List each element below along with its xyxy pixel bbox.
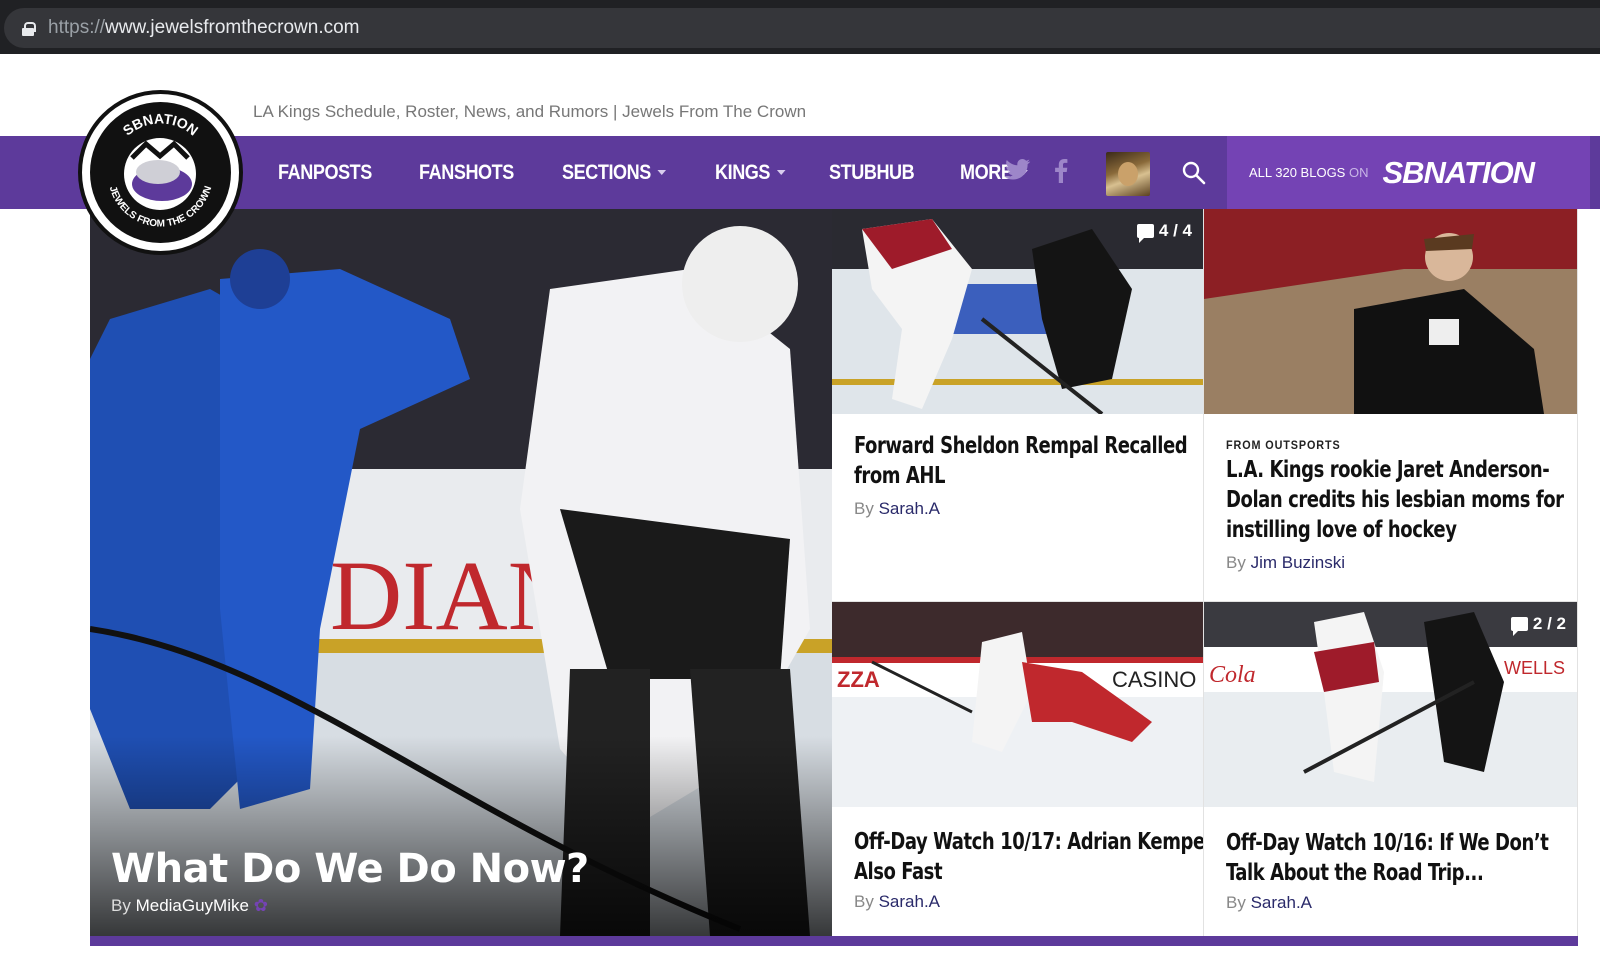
hero-title[interactable]: What Do We Do Now?	[111, 846, 589, 892]
nav-stubhub[interactable]: STUBHUB	[829, 161, 915, 185]
svg-text:WELLS: WELLS	[1504, 658, 1565, 678]
page: LA Kings Schedule, Roster, News, and Rum…	[0, 54, 1600, 965]
story-byline: By Sarah.A	[854, 892, 941, 911]
svg-text:ZZA: ZZA	[837, 667, 880, 692]
svg-text:SBNATION: SBNATION	[120, 110, 202, 138]
browser-toolbar: https://www.jewelsfromthecrown.com	[0, 0, 1600, 54]
grid-divider	[1203, 209, 1204, 936]
nav-items: FANPOSTS FANSHOTS SECTIONS KINGS STUBHUB…	[278, 136, 1071, 209]
hero-story[interactable]: DIAN What Do We Do Now? By MediaGuyMike …	[90, 209, 832, 936]
hero-byline: By MediaGuyMike ✿	[111, 896, 268, 915]
facebook-icon[interactable]	[1054, 159, 1068, 183]
nav-kings[interactable]: KINGS	[715, 161, 786, 185]
comment-icon	[1510, 617, 1528, 636]
sbnation-logo: SBNATION	[1382, 154, 1535, 190]
hero-author[interactable]: MediaGuyMike	[136, 896, 249, 915]
site-logo[interactable]: SBNATION JEWELS FROM THE CROWN	[78, 90, 243, 255]
story-byline: By Jim Buzinski	[1226, 553, 1346, 572]
grid-divider	[832, 601, 1578, 602]
nav-fanposts[interactable]: FANPOSTS	[278, 161, 372, 185]
svg-text:CASINO: CASINO	[1112, 667, 1196, 692]
caret-down-icon	[657, 170, 666, 175]
story-card[interactable]: FROM OUTSPORTS L.A. Kings rookie Jaret A…	[1204, 209, 1578, 602]
site-tagline: LA Kings Schedule, Roster, News, and Rum…	[253, 102, 807, 121]
story-title[interactable]: Forward Sheldon Rempal Recalled from AHL	[854, 431, 1219, 491]
logo-crown-icon: SBNATION JEWELS FROM THE CROWN	[90, 102, 231, 243]
comment-count[interactable]: 2 / 2	[1510, 614, 1566, 636]
story-title[interactable]: L.A. Kings rookie Jaret Anderson-Dolan c…	[1226, 455, 1591, 545]
lock-icon	[22, 21, 36, 36]
story-author[interactable]: Jim Buzinski	[1251, 553, 1345, 572]
story-card[interactable]: Cola WELLS 2 / 2 Off-Day Watch 10/16: If…	[1204, 602, 1578, 936]
story-card[interactable]: ZZA CASINO Off-Day Watch 10/17: Adrian K…	[832, 602, 1212, 936]
comment-count[interactable]: 4 / 4	[1136, 221, 1192, 243]
user-avatar[interactable]	[1106, 152, 1150, 196]
search-icon[interactable]	[1182, 161, 1206, 185]
story-image: ZZA CASINO	[832, 602, 1204, 807]
story-title[interactable]: Off-Day Watch 10/17: Adrian Kempe, Also …	[854, 827, 1219, 887]
featured-bottom-bar	[90, 936, 1578, 946]
grid-divider	[1577, 209, 1578, 936]
nav-fanshots[interactable]: FANSHOTS	[419, 161, 514, 185]
comment-icon	[1136, 224, 1154, 243]
nav-sections[interactable]: SECTIONS	[562, 161, 666, 185]
story-title[interactable]: Off-Day Watch 10/16: If We Don’t Talk Ab…	[1226, 828, 1591, 888]
story-author[interactable]: Sarah.A	[879, 892, 940, 911]
svg-text:Cola: Cola	[1209, 662, 1256, 688]
url-text[interactable]: https://www.jewelsfromthecrown.com	[48, 17, 360, 39]
story-byline: By Sarah.A	[1226, 893, 1313, 912]
sbnation-blogs-label: ALL 320 BLOGS ON	[1249, 165, 1369, 180]
story-author[interactable]: Sarah.A	[1251, 893, 1312, 912]
verified-icon: ✿	[253, 896, 268, 915]
story-card[interactable]: 4 / 4 Forward Sheldon Rempal Recalled fr…	[832, 209, 1204, 602]
sbnation-link[interactable]: ALL 320 BLOGS ON SBNATION	[1227, 136, 1590, 209]
caret-down-icon	[776, 170, 786, 175]
story-byline: By Sarah.A	[854, 499, 941, 518]
twitter-icon[interactable]	[1005, 159, 1031, 181]
story-kicker[interactable]: FROM OUTSPORTS	[1226, 438, 1341, 452]
address-bar[interactable]: https://www.jewelsfromthecrown.com	[4, 8, 1600, 48]
story-author[interactable]: Sarah.A	[879, 499, 940, 518]
story-image	[1204, 209, 1578, 414]
